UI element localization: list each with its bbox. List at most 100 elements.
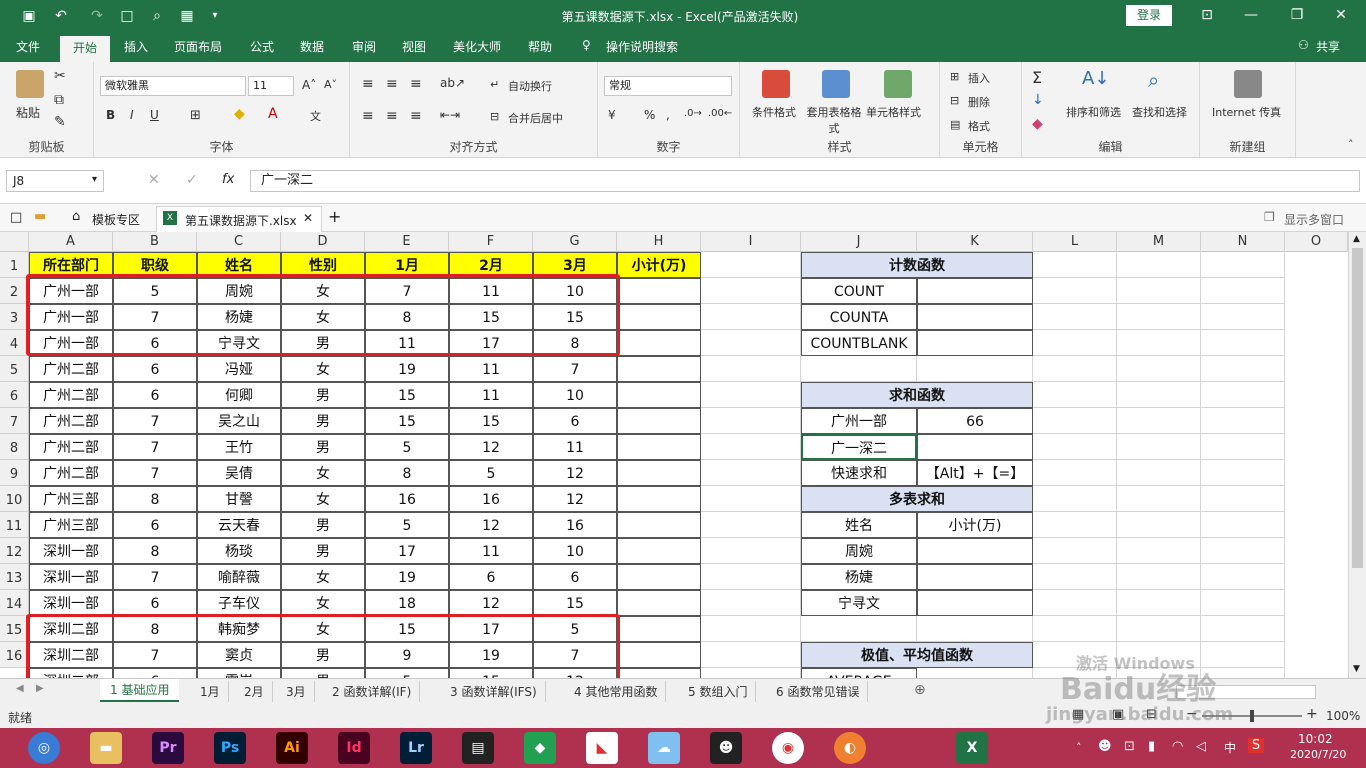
grid-cell[interactable] [701,512,801,538]
tab-formulas[interactable]: 公式 [250,38,274,55]
tray-network-icon[interactable]: ⊡ [1124,739,1135,754]
grid-cell[interactable] [1201,512,1285,538]
restore-icon[interactable]: ❐ [1282,4,1312,26]
average-cell[interactable]: AVERAGE [801,668,917,678]
data-cell[interactable]: 12 [449,434,533,460]
subtotal-cell[interactable] [617,564,701,590]
data-cell[interactable]: 女 [281,460,365,486]
data-cell[interactable]: 子车仪 [197,590,281,616]
sort-filter-icon[interactable]: A↓ [1082,68,1109,89]
align-left-icon[interactable]: ≡ [362,108,374,124]
internet-fax-button[interactable]: Internet 传真 [1212,104,1281,120]
template-tab[interactable]: 模板专区 [92,211,140,228]
chrome-icon[interactable]: ◉ [772,732,804,764]
sheet-tab[interactable]: 3 函数详解(IFS) [442,681,546,702]
data-cell[interactable]: 15 [365,382,449,408]
data-cell[interactable]: 11 [533,434,617,460]
data-cell[interactable]: 6 [533,408,617,434]
column-header-b[interactable]: B [113,232,197,252]
data-cell[interactable]: 10 [533,538,617,564]
subtotal-cell[interactable] [617,278,701,304]
row-header[interactable]: 8 [0,434,29,460]
sheet-tab[interactable]: 2月 [236,681,273,702]
merge-center-button[interactable]: 合并后居中 [508,110,563,126]
grid-cell[interactable] [701,408,801,434]
data-cell[interactable]: 7 [113,460,197,486]
grid-cell[interactable] [1033,460,1117,486]
sheet-tab[interactable]: 2 函数详解(IF) [324,681,421,702]
form-icon[interactable]: ▦ [176,6,198,26]
redo-icon[interactable]: ↷ [86,6,108,26]
grid-cell[interactable] [1201,486,1285,512]
data-cell[interactable]: 男 [281,434,365,460]
sort-filter-button[interactable]: 排序和筛选 [1066,104,1121,120]
data-cell[interactable]: 深圳一部 [29,564,113,590]
grid-cell[interactable] [1033,564,1117,590]
new-file-icon[interactable]: □ [116,6,138,26]
conditional-format-icon[interactable] [762,70,790,98]
tray-wifi-icon[interactable]: ◠ [1172,739,1183,754]
grid-cell[interactable] [701,616,801,642]
grid-cell[interactable] [1201,590,1285,616]
grid-cell[interactable] [1201,538,1285,564]
grid-cell[interactable] [1201,382,1285,408]
format-painter-icon[interactable]: ✎ [54,114,66,130]
data-cell[interactable]: 男 [281,538,365,564]
subtotal-cell[interactable] [617,460,701,486]
selected-cell-j8[interactable]: 广一深二 [801,434,917,460]
grid-cell[interactable] [1201,408,1285,434]
data-cell[interactable]: 冯娅 [197,356,281,382]
row-header[interactable]: 14 [0,590,29,616]
data-cell[interactable]: 女 [281,590,365,616]
align-right-icon[interactable]: ≡ [410,108,422,124]
subtotal-cell[interactable] [617,512,701,538]
subtotal-cell[interactable] [617,486,701,512]
column-header-h[interactable]: H [617,232,701,252]
data-cell[interactable]: 广州三部 [29,486,113,512]
lightroom-icon[interactable]: Lr [400,732,432,764]
subtotal-cell[interactable] [617,642,701,668]
data-cell[interactable]: 6 [113,382,197,408]
row-header[interactable]: 11 [0,512,29,538]
save-icon[interactable]: ▣ [18,6,40,26]
prev-sheet-icon[interactable]: ◀ [16,683,24,694]
sheet-tab[interactable]: 1月 [192,681,229,702]
side-label[interactable]: 姓名 [801,512,917,538]
folder-icon[interactable]: ▬ [34,209,46,224]
grid-cell[interactable] [1033,252,1117,278]
grid-cell[interactable] [1201,278,1285,304]
row-header[interactable]: 9 [0,460,29,486]
data-cell[interactable]: 男 [281,382,365,408]
login-button[interactable]: 登录 [1126,5,1172,26]
clock-time[interactable]: 10:02 [1298,732,1333,746]
row-header[interactable]: 15 [0,616,29,642]
tab-home[interactable]: 开始 [60,36,110,62]
side-value[interactable] [917,278,1033,304]
side-value[interactable] [917,538,1033,564]
minimize-icon[interactable]: — [1236,4,1266,26]
data-cell[interactable]: 何卿 [197,382,281,408]
print-preview-icon[interactable]: ⌕ [146,6,168,26]
side-label[interactable]: COUNT [801,278,917,304]
data-cell[interactable]: 5 [449,460,533,486]
font-size-select[interactable]: 11 [248,76,294,96]
zoom-level[interactable]: 100% [1326,709,1360,723]
fill-icon[interactable]: ↓ [1032,92,1044,108]
data-cell[interactable]: 女 [281,356,365,382]
grid-cell[interactable] [1033,538,1117,564]
tab-insert[interactable]: 插入 [124,38,148,55]
video-editor-icon[interactable]: ▤ [462,732,494,764]
subtotal-cell[interactable] [617,382,701,408]
grid-cell[interactable] [701,382,801,408]
column-header-d[interactable]: D [281,232,365,252]
close-icon[interactable]: ✕ [1326,4,1356,26]
data-cell[interactable]: 11 [449,538,533,564]
row-header[interactable]: 7 [0,408,29,434]
border-icon[interactable]: ⊞ [190,108,201,123]
grid-cell[interactable] [1033,434,1117,460]
data-cell[interactable]: 16 [449,486,533,512]
decrease-decimal-icon[interactable]: .00← [708,108,732,119]
align-top-icon[interactable]: ≡ [362,76,374,92]
sheet-tab[interactable]: 3月 [278,681,315,702]
data-cell[interactable]: 17 [365,538,449,564]
